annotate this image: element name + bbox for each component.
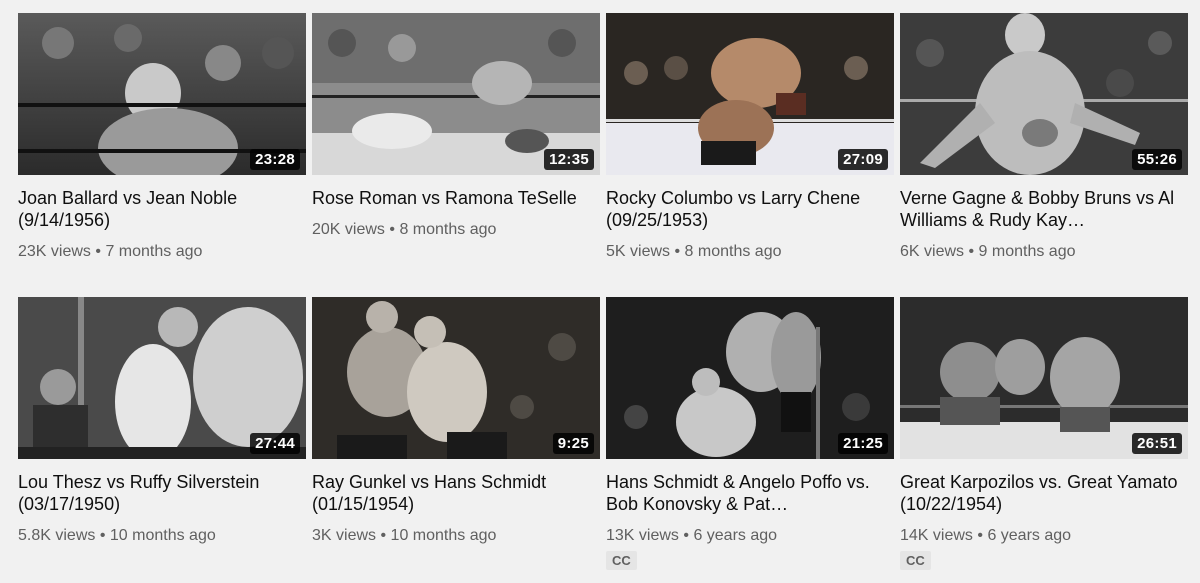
- meta-separator: •: [968, 243, 975, 260]
- view-count: 5K views: [606, 243, 671, 260]
- video-title[interactable]: Rocky Columbo vs Larry Chene (09/25/1953…: [606, 187, 894, 231]
- video-card[interactable]: 55:26 Verne Gagne & Bobby Bruns vs Al Wi…: [900, 13, 1188, 297]
- video-meta: 23K views • 7 months ago: [18, 243, 306, 261]
- view-count: 5.8K views: [18, 527, 96, 544]
- meta-separator: •: [380, 527, 387, 544]
- video-meta: 20K views • 8 months ago: [312, 221, 600, 239]
- video-thumbnail[interactable]: 23:28: [18, 13, 306, 175]
- duration-badge: 9:25: [552, 433, 594, 454]
- video-title[interactable]: Verne Gagne & Bobby Bruns vs Al Williams…: [900, 187, 1188, 231]
- video-card[interactable]: 26:51 Great Karpozilos vs. Great Yamato …: [900, 297, 1188, 581]
- view-count: 23K views: [18, 243, 91, 260]
- view-count: 20K views: [312, 221, 385, 238]
- video-thumbnail[interactable]: 55:26: [900, 13, 1188, 175]
- video-title[interactable]: Joan Ballard vs Jean Noble (9/14/1956): [18, 187, 306, 231]
- video-thumbnail[interactable]: 26:51: [900, 297, 1188, 459]
- video-thumbnail[interactable]: 9:25: [312, 297, 600, 459]
- view-count: 14K views: [900, 527, 973, 544]
- view-count: 13K views: [606, 527, 679, 544]
- duration-badge: 23:28: [250, 149, 300, 170]
- video-card[interactable]: 27:44 Lou Thesz vs Ruffy Silverstein (03…: [18, 297, 306, 581]
- video-thumbnail[interactable]: 27:44: [18, 297, 306, 459]
- video-card[interactable]: 21:25 Hans Schmidt & Angelo Poffo vs. Bo…: [606, 297, 894, 581]
- upload-age: 6 years ago: [987, 527, 1072, 544]
- upload-age: 8 months ago: [684, 243, 782, 260]
- video-meta: 6K views • 9 months ago: [900, 243, 1188, 261]
- video-meta: 14K views • 6 years ago: [900, 527, 1188, 545]
- video-grid: 23:28 Joan Ballard vs Jean Noble (9/14/1…: [18, 13, 1188, 581]
- duration-badge: 21:25: [838, 433, 888, 454]
- video-title[interactable]: Great Karpozilos vs. Great Yamato (10/22…: [900, 471, 1188, 515]
- video-card[interactable]: 27:09 Rocky Columbo vs Larry Chene (09/2…: [606, 13, 894, 297]
- duration-badge: 55:26: [1132, 149, 1182, 170]
- meta-separator: •: [674, 243, 681, 260]
- cc-badge: CC: [606, 551, 637, 570]
- duration-badge: 12:35: [544, 149, 594, 170]
- video-thumbnail[interactable]: 21:25: [606, 297, 894, 459]
- upload-age: 6 years ago: [693, 527, 778, 544]
- meta-separator: •: [389, 221, 395, 238]
- video-title[interactable]: Ray Gunkel vs Hans Schmidt (01/15/1954): [312, 471, 600, 515]
- upload-age: 7 months ago: [105, 243, 203, 260]
- video-title[interactable]: Hans Schmidt & Angelo Poffo vs. Bob Kono…: [606, 471, 894, 515]
- video-title[interactable]: Rose Roman vs Ramona TeSelle: [312, 187, 600, 209]
- video-meta: 5K views • 8 months ago: [606, 243, 894, 261]
- video-thumbnail[interactable]: 27:09: [606, 13, 894, 175]
- video-meta: 3K views • 10 months ago: [312, 527, 600, 545]
- upload-age: 10 months ago: [390, 527, 497, 544]
- meta-separator: •: [977, 527, 983, 544]
- video-title[interactable]: Lou Thesz vs Ruffy Silverstein (03/17/19…: [18, 471, 306, 515]
- view-count: 6K views: [900, 243, 965, 260]
- video-meta: 5.8K views • 10 months ago: [18, 527, 306, 545]
- video-card[interactable]: 23:28 Joan Ballard vs Jean Noble (9/14/1…: [18, 13, 306, 297]
- duration-badge: 27:09: [838, 149, 888, 170]
- video-meta: 13K views • 6 years ago: [606, 527, 894, 545]
- upload-age: 10 months ago: [109, 527, 216, 544]
- video-card[interactable]: 9:25 Ray Gunkel vs Hans Schmidt (01/15/1…: [312, 297, 600, 581]
- video-card[interactable]: 12:35 Rose Roman vs Ramona TeSelle 20K v…: [312, 13, 600, 297]
- upload-age: 8 months ago: [399, 221, 497, 238]
- meta-separator: •: [99, 527, 106, 544]
- duration-badge: 27:44: [250, 433, 300, 454]
- meta-separator: •: [683, 527, 689, 544]
- upload-age: 9 months ago: [978, 243, 1076, 260]
- duration-badge: 26:51: [1132, 433, 1182, 454]
- meta-separator: •: [95, 243, 101, 260]
- view-count: 3K views: [312, 527, 377, 544]
- cc-badge: CC: [900, 551, 931, 570]
- video-thumbnail[interactable]: 12:35: [312, 13, 600, 175]
